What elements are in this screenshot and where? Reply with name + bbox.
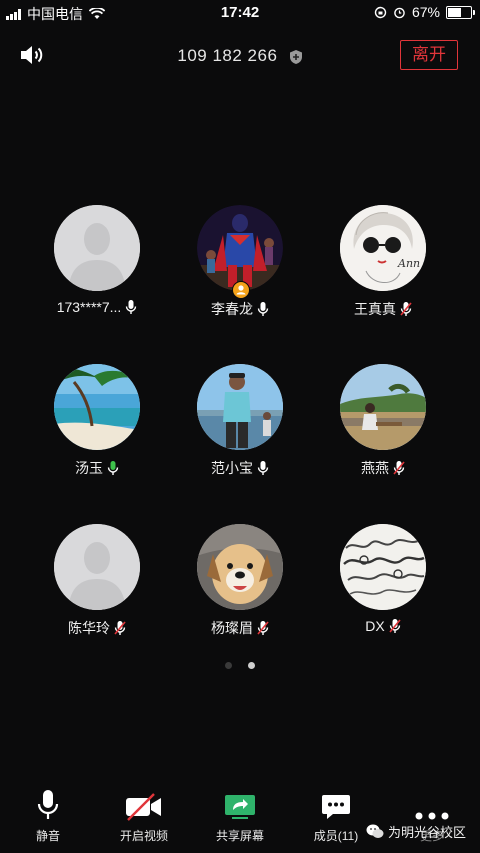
share-screen-icon [225,795,255,819]
participant-tile[interactable]: DX [313,524,453,634]
participant-tile[interactable]: 汤玉 [27,364,167,478]
participant-avatar [197,364,283,450]
bottom-toolbar: 静音 开启视频 共享屏幕 成员(11) 更多 为明光谷校区 [0,783,480,853]
video-off-icon [126,793,161,821]
participant-avatar [54,364,140,450]
status-bar: 中国电信 17:42 67% [0,0,480,26]
host-badge [232,281,250,299]
participant-name: 陈华玲 [68,620,110,636]
shield-icon [289,49,302,64]
start-video-button[interactable]: 开启视频 [96,783,192,844]
microphone-muted-icon [389,619,401,633]
participant-tile[interactable]: 杨璨眉 [170,524,310,638]
participant-name: 杨璨眉 [211,620,253,636]
page-indicator[interactable] [0,656,480,674]
default-avatar [54,205,140,291]
participant-name: 汤玉 [75,460,103,476]
participant-name: 范小宝 [211,460,253,476]
wechat-icon [366,824,384,838]
microphone-muted-icon [400,302,412,316]
default-avatar [54,524,140,610]
participant-name: 王真真 [354,301,396,317]
participant-tile[interactable]: 173****7... [27,205,167,315]
microphone-icon [257,302,269,316]
microphone-muted-icon [114,621,126,635]
watermark: 为明光谷校区 [366,822,466,841]
mute-button[interactable]: 静音 [0,783,96,844]
microphone-muted-icon [393,461,405,475]
participant-avatar [340,524,426,610]
battery-icon [446,5,475,19]
participant-avatar [197,205,283,299]
microphone-icon [257,461,269,475]
rotation-lock-icon [374,6,387,18]
page-dot[interactable] [224,662,232,669]
microphone-icon [37,790,59,819]
participant-avatar [197,524,283,610]
chat-bubble-icon [322,795,350,819]
start-video-label: 开启视频 [119,829,168,843]
more-icon [415,812,449,820]
participant-avatar: Ann [340,205,426,291]
microphone-muted-icon [257,621,269,635]
participant-name: DX [365,618,385,634]
meeting-id-text: 109 182 266 [177,46,278,65]
participant-name: 燕燕 [361,460,389,476]
microphone-icon [126,300,137,314]
user-icon [236,285,246,295]
participant-avatar [340,364,426,450]
battery-percent: 67% [411,4,440,20]
participant-name: 李春龙 [211,301,253,317]
share-screen-button[interactable]: 共享屏幕 [192,783,288,844]
mute-label: 静音 [35,829,60,843]
participant-tile[interactable]: 陈华玲 [27,524,167,638]
alarm-icon [394,7,405,18]
participant-tile[interactable]: 范小宝 [170,364,310,478]
participant-tile[interactable]: 李春龙 [170,205,310,319]
page-dot-active[interactable] [248,662,256,669]
participant-tile[interactable]: 燕燕 [313,364,453,478]
share-screen-label: 共享屏幕 [215,829,264,843]
svg-text:Ann: Ann [397,257,420,270]
microphone-speaking-icon [107,461,119,475]
leave-button[interactable]: 离开 [400,40,458,70]
participant-tile[interactable]: Ann 王真真 [313,205,453,319]
watermark-text: 为明光谷校区 [387,825,466,840]
participant-name: 173****7... [56,299,122,315]
